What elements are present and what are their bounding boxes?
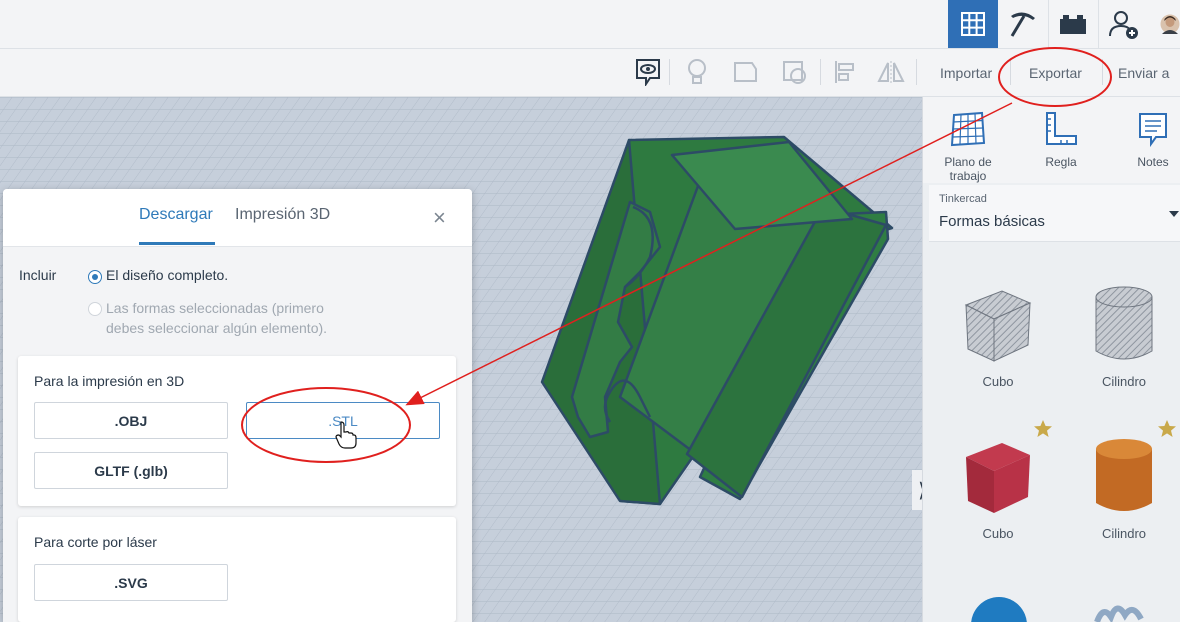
stl-button[interactable]: .STL [246, 402, 440, 439]
shape-label: Cubo [982, 374, 1014, 389]
pickaxe-icon [1010, 12, 1035, 37]
brick-icon [1060, 15, 1086, 34]
grid-view-icon [961, 12, 985, 36]
shape-library-select[interactable]: Tinkercad Formas básicas [929, 185, 1180, 242]
chevron-down-icon [1169, 211, 1179, 217]
add-user-icon [1109, 11, 1138, 39]
option-selected-line2: debes seleccionar algún elemento). [106, 320, 328, 336]
export-button[interactable]: Exportar [1021, 58, 1090, 88]
note-shape-button[interactable] [731, 57, 761, 87]
gltf-button[interactable]: GLTF (.glb) [34, 452, 228, 489]
mirror-icon [877, 61, 905, 83]
star-icon [1034, 420, 1052, 437]
ruler-label: Regla [1045, 155, 1077, 169]
radio-selected-shapes [88, 302, 102, 316]
comment-icon [636, 59, 660, 86]
bulb-icon [688, 59, 706, 84]
notes-label: Notes [1137, 155, 1169, 169]
pickaxe-button[interactable] [998, 0, 1048, 48]
shape-cylinder[interactable]: Cilindro [1069, 431, 1179, 541]
workplane-label: Plano de trabajo [944, 155, 992, 183]
radio-full-design[interactable] [88, 270, 102, 284]
import-button[interactable]: Importar [932, 58, 1000, 88]
user-avatar[interactable] [1150, 0, 1180, 48]
shape-label: Cilindro [1101, 526, 1147, 541]
note-shape-icon [734, 62, 757, 82]
library-name: Formas básicas [939, 213, 1045, 230]
align-icon [835, 61, 854, 83]
option-selected-line1: Las formas seleccionadas (primero [106, 300, 324, 316]
ruler-icon [1046, 112, 1077, 145]
option-full-design[interactable]: El diseño completo. [106, 267, 228, 283]
print-section-title: Para la impresión en 3D [34, 373, 185, 389]
bulb-button[interactable] [682, 57, 712, 87]
send-to-button[interactable]: Enviar a [1110, 58, 1177, 88]
cube-red-icon [966, 443, 1030, 513]
right-panel-tools: Plano de trabajo Regla Notes [923, 97, 1180, 183]
notes-icon [1139, 113, 1167, 147]
cylinder-hole-icon [1095, 286, 1153, 360]
scribble-shape-icon[interactable] [1093, 599, 1153, 622]
include-label: Incluir [19, 267, 57, 283]
tab-download[interactable]: Descargar [139, 206, 213, 224]
right-panel: Plano de trabajo Regla Notes Tinkercad F… [922, 97, 1180, 622]
top-bar [0, 0, 1180, 49]
ruler-tool[interactable]: Regla [1021, 107, 1101, 169]
obj-button[interactable]: .OBJ [34, 402, 228, 439]
library-category: Tinkercad [939, 193, 987, 205]
cylinder-orange-icon [1096, 439, 1152, 511]
export-dialog: Descargar Impresión 3D × Incluir El dise… [3, 189, 472, 622]
svg-button[interactable]: .SVG [34, 564, 228, 601]
dialog-header: Descargar Impresión 3D × [3, 189, 472, 247]
active-tab-indicator [139, 242, 215, 245]
tab-3d-print[interactable]: Impresión 3D [235, 206, 330, 224]
avatar-icon [1160, 14, 1180, 34]
notes-tool[interactable]: Notes [1113, 107, 1180, 169]
toolbar: Importar Exportar Enviar a [0, 49, 1180, 97]
bricks-button[interactable] [1048, 0, 1098, 48]
shape-cylinder-hole[interactable]: Cilindro [1069, 279, 1179, 389]
shape-cube[interactable]: Cubo [943, 431, 1053, 541]
shape-cube-hole[interactable]: Cubo [943, 279, 1053, 389]
shape-label: Cubo [982, 526, 1014, 541]
shape-label: Cilindro [1101, 374, 1147, 389]
laser-section: Para corte por láser .SVG [18, 517, 456, 622]
align-button[interactable] [830, 57, 860, 87]
sphere-icon[interactable] [971, 595, 1031, 622]
shape-select-icon [783, 61, 806, 84]
cube-hole-icon [964, 290, 1032, 362]
workplane-icon [950, 111, 986, 147]
laser-section-title: Para corte por láser [34, 534, 157, 550]
grid-view-button[interactable] [948, 0, 998, 48]
print-section: Para la impresión en 3D .OBJ .STL GLTF (… [18, 356, 456, 506]
comment-button[interactable] [633, 57, 663, 87]
workplane-tool[interactable]: Plano de trabajo [928, 107, 1008, 183]
star-icon [1158, 420, 1176, 437]
add-user-button[interactable] [1098, 0, 1148, 48]
close-button[interactable]: × [433, 207, 446, 229]
shape-select-button[interactable] [780, 57, 810, 87]
mirror-button[interactable] [876, 57, 906, 87]
